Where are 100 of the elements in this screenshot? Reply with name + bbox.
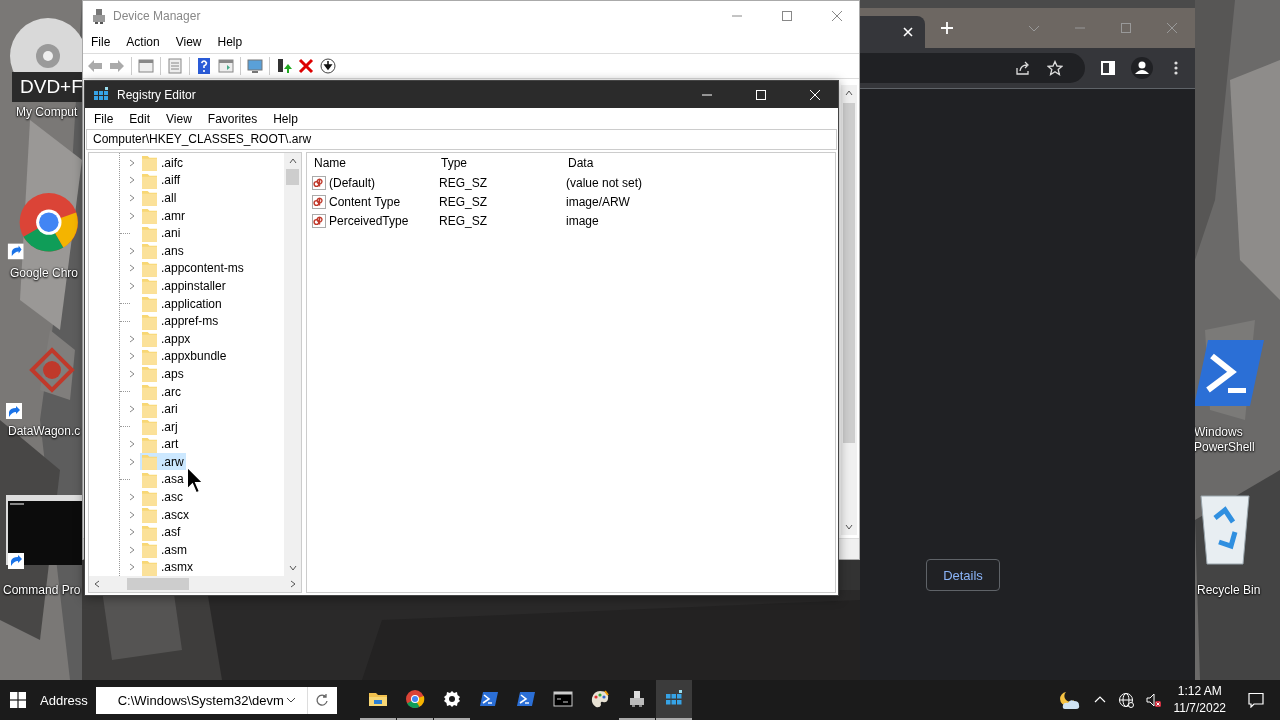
tree-item[interactable]: .aifc bbox=[140, 154, 185, 172]
expand-chevron-icon[interactable] bbox=[128, 440, 136, 449]
menu-item[interactable]: View bbox=[158, 111, 200, 126]
side-panel-icon[interactable] bbox=[1100, 60, 1116, 76]
scrollbar[interactable] bbox=[89, 576, 301, 592]
speaker-muted-icon[interactable] bbox=[1145, 692, 1162, 708]
tree-item[interactable]: .ani bbox=[140, 224, 183, 242]
value-name[interactable]: (Default) bbox=[329, 175, 375, 190]
star-icon[interactable] bbox=[1047, 60, 1063, 76]
tree-item[interactable]: .asf bbox=[140, 523, 183, 541]
scroll-up-icon[interactable] bbox=[845, 89, 853, 97]
tree-item[interactable]: .art bbox=[140, 435, 181, 453]
clock[interactable]: 1:12 AM 11/7/2022 bbox=[1173, 683, 1226, 717]
expand-chevron-icon[interactable] bbox=[128, 334, 136, 343]
tree-item[interactable]: .asm bbox=[140, 541, 189, 559]
notification-icon[interactable] bbox=[1248, 692, 1264, 708]
forward-arrow-icon[interactable] bbox=[109, 58, 125, 74]
value-name[interactable]: PerceivedType bbox=[329, 213, 409, 228]
expand-chevron-icon[interactable] bbox=[128, 158, 136, 167]
scroll-left-icon[interactable] bbox=[93, 580, 101, 589]
share-icon[interactable] bbox=[1015, 60, 1031, 76]
expand-chevron-icon[interactable] bbox=[128, 211, 136, 220]
expand-chevron-icon[interactable] bbox=[128, 176, 136, 185]
powershell-icon[interactable] bbox=[1194, 338, 1264, 408]
value-name[interactable]: Content Type bbox=[329, 194, 401, 209]
refresh-button[interactable] bbox=[306, 686, 337, 714]
profile-icon[interactable] bbox=[1131, 57, 1153, 79]
tree-item[interactable]: .appref-ms bbox=[140, 312, 221, 330]
column-header[interactable]: Name bbox=[307, 156, 434, 170]
window-icon[interactable] bbox=[138, 58, 154, 74]
window-icon[interactable] bbox=[218, 58, 234, 74]
scroll-up-icon[interactable] bbox=[288, 157, 297, 165]
scroll-thumb[interactable] bbox=[286, 169, 299, 185]
folder-icon bbox=[142, 277, 157, 295]
taskbar-app[interactable] bbox=[655, 680, 692, 720]
menu-item[interactable]: File bbox=[83, 35, 119, 49]
menu-item[interactable]: Edit bbox=[121, 111, 159, 126]
menu-item[interactable]: File bbox=[86, 111, 122, 126]
menu-item[interactable]: Help bbox=[209, 35, 251, 49]
expand-chevron-icon[interactable] bbox=[128, 369, 136, 378]
weather-icon[interactable] bbox=[1059, 689, 1082, 711]
column-header[interactable]: Data bbox=[561, 156, 688, 170]
expand-chevron-icon[interactable] bbox=[128, 457, 136, 466]
tree-item[interactable]: .asa bbox=[140, 471, 186, 488]
menu-item[interactable]: View bbox=[167, 35, 210, 49]
device-add-icon[interactable] bbox=[276, 58, 292, 74]
expand-chevron-icon[interactable] bbox=[128, 563, 136, 572]
help-icon[interactable] bbox=[196, 58, 212, 74]
tree-item[interactable]: .appxbundle bbox=[140, 347, 229, 365]
address-field[interactable]: C:\Windows\System32\devm bbox=[95, 686, 307, 714]
monitor-icon[interactable] bbox=[247, 58, 263, 74]
back-arrow-icon[interactable] bbox=[87, 58, 103, 74]
desktop-icon-label[interactable]: Windows PowerShell bbox=[1194, 425, 1268, 455]
details-button[interactable]: Details bbox=[926, 559, 1000, 591]
tree-item[interactable]: .aps bbox=[140, 365, 186, 383]
tree-item[interactable]: .appx bbox=[140, 330, 193, 348]
scrollbar[interactable] bbox=[841, 85, 857, 535]
column-header[interactable]: Type bbox=[434, 156, 561, 170]
folder-icon bbox=[142, 418, 157, 436]
tree-item[interactable]: .ans bbox=[140, 242, 186, 260]
scroll-right-icon[interactable] bbox=[289, 580, 297, 589]
scroll-thumb[interactable] bbox=[843, 103, 855, 443]
tree-item[interactable]: .ari bbox=[140, 400, 180, 418]
tree-item[interactable]: .amr bbox=[140, 207, 187, 225]
tree-item[interactable]: .asc bbox=[140, 488, 185, 506]
tree-item[interactable]: .appcontent-ms bbox=[140, 259, 246, 277]
tree-item[interactable]: .arc bbox=[140, 383, 183, 400]
expand-chevron-icon[interactable] bbox=[128, 510, 136, 519]
desktop-icon-label[interactable]: Recycle Bin bbox=[1197, 583, 1261, 598]
expand-chevron-icon[interactable] bbox=[128, 264, 136, 273]
expand-chevron-icon[interactable] bbox=[128, 281, 136, 290]
download-icon[interactable] bbox=[320, 58, 336, 74]
tree-item[interactable]: .asmx bbox=[140, 558, 195, 576]
address-field[interactable]: Computer\HKEY_CLASSES_ROOT\.arw bbox=[86, 129, 837, 150]
tree-item[interactable]: .arj bbox=[140, 418, 180, 436]
scrollbar[interactable] bbox=[284, 153, 301, 577]
menu-item[interactable]: Action bbox=[118, 35, 168, 49]
address-bar[interactable] bbox=[860, 53, 1085, 83]
tree-item[interactable]: .appinstaller bbox=[140, 277, 228, 295]
tree-item[interactable]: .all bbox=[140, 189, 179, 207]
scroll-thumb[interactable] bbox=[127, 578, 189, 591]
start-icon[interactable] bbox=[10, 692, 26, 708]
tree-item[interactable]: .arw bbox=[140, 453, 186, 471]
delete-icon[interactable] bbox=[298, 58, 314, 74]
expand-chevron-icon[interactable] bbox=[128, 545, 136, 554]
expand-chevron-icon[interactable] bbox=[128, 194, 136, 202]
expand-chevron-icon[interactable] bbox=[128, 405, 136, 414]
expand-chevron-icon[interactable] bbox=[128, 528, 136, 537]
menu-item[interactable]: Help bbox=[265, 111, 306, 126]
tree-item[interactable]: .aiff bbox=[140, 171, 183, 189]
tree-item[interactable]: .application bbox=[140, 295, 224, 313]
expand-chevron-icon[interactable] bbox=[128, 246, 136, 255]
tree-item[interactable]: .ascx bbox=[140, 506, 191, 524]
scroll-down-icon[interactable] bbox=[288, 564, 297, 573]
expand-chevron-icon[interactable] bbox=[128, 493, 136, 502]
new-tab-icon[interactable] bbox=[940, 21, 954, 35]
scroll-down-icon[interactable] bbox=[845, 523, 853, 531]
expand-chevron-icon[interactable] bbox=[128, 352, 136, 361]
globe-icon[interactable] bbox=[1117, 692, 1134, 708]
menu-item[interactable]: Favorites bbox=[199, 111, 266, 126]
